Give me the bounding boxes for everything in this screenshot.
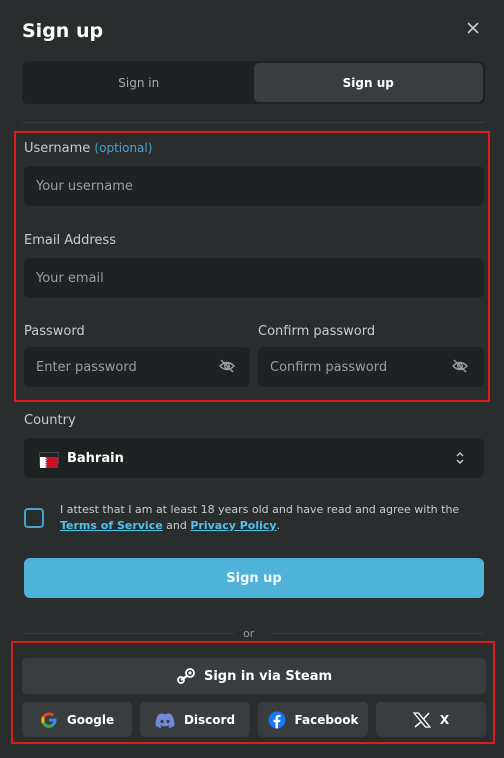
password-input[interactable] [24, 347, 250, 387]
close-icon[interactable] [464, 19, 482, 37]
consent-text: I attest that I am at least 18 years old… [60, 502, 480, 534]
email-label: Email Address [24, 233, 116, 248]
country-select[interactable]: Bahrain [24, 438, 484, 478]
facebook-icon [268, 711, 286, 728]
password-label: Password [24, 324, 85, 339]
terms-of-service-link[interactable]: Terms of Service [60, 519, 163, 532]
sign-up-button[interactable]: Sign up [24, 558, 484, 598]
google-label: Google [66, 712, 115, 727]
optional-tag: (optional) [94, 141, 153, 155]
divider-left [24, 633, 234, 634]
email-input[interactable] [24, 258, 484, 298]
username-label-text: Username [24, 141, 91, 156]
divider-right [272, 633, 484, 634]
discord-icon [155, 712, 175, 728]
facebook-sign-in-button[interactable]: Facebook [258, 702, 368, 737]
tab-sign-in[interactable]: Sign in [24, 63, 254, 102]
google-sign-in-button[interactable]: Google [22, 702, 132, 737]
google-icon [41, 712, 57, 728]
username-input[interactable] [24, 166, 484, 206]
username-label: Username (optional) [24, 141, 152, 156]
steam-icon [177, 668, 195, 684]
x-sign-in-button[interactable]: X [376, 702, 486, 737]
auth-tabs: Sign in Sign up [22, 61, 485, 104]
discord-sign-in-button[interactable]: Discord [140, 702, 250, 737]
x-label: X [439, 712, 450, 727]
tab-sign-up[interactable]: Sign up [253, 63, 483, 102]
or-divider-text: or [243, 627, 255, 640]
steam-sign-in-button[interactable]: Sign in via Steam [22, 658, 486, 694]
country-value: Bahrain [67, 450, 124, 466]
confirm-password-label: Confirm password [258, 324, 376, 339]
consent-text-end: . [276, 519, 281, 532]
modal-title: Sign up [22, 20, 104, 42]
discord-label: Discord [183, 712, 236, 727]
age-consent-checkbox[interactable] [24, 508, 44, 528]
x-logo-icon [412, 711, 431, 728]
eye-off-icon[interactable] [451, 357, 469, 375]
divider [22, 122, 485, 123]
country-label: Country [24, 413, 76, 428]
consent-text-start: I attest that I am at least 18 years old… [60, 503, 460, 516]
consent-text-and: and [162, 519, 191, 532]
chevron-up-down-icon [454, 450, 466, 466]
privacy-policy-link[interactable]: Privacy Policy [190, 519, 276, 532]
eye-off-icon[interactable] [218, 357, 236, 375]
bahrain-flag-icon [39, 451, 59, 468]
steam-label: Sign in via Steam [203, 668, 333, 684]
facebook-label: Facebook [294, 712, 359, 727]
signup-modal: Sign up Sign in Sign up Username (option… [0, 0, 504, 758]
